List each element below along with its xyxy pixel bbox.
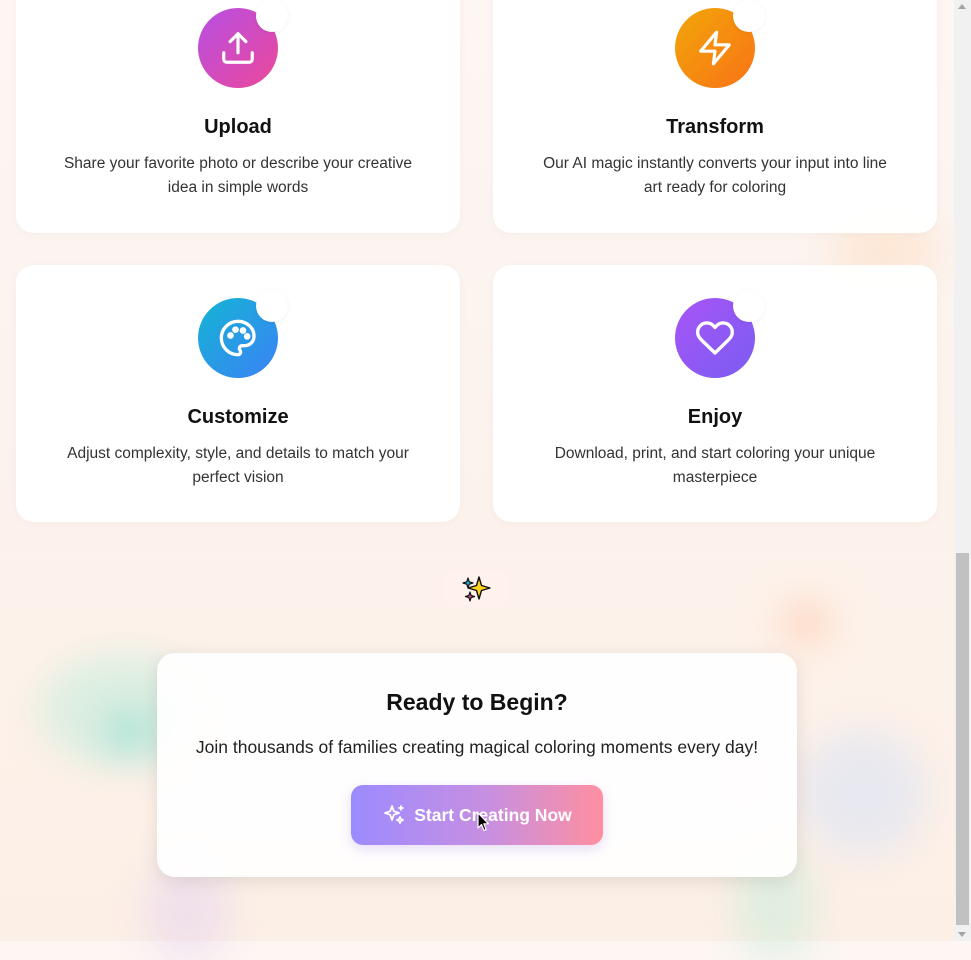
step-card-transform: Transform Our AI magic instantly convert…: [493, 0, 937, 233]
step-title: Customize: [187, 406, 289, 428]
sparkle-divider: [444, 572, 508, 606]
step-description: Adjust complexity, style, and details to…: [67, 445, 409, 486]
background-blob: [780, 600, 832, 646]
step-title: Transform: [666, 116, 764, 138]
scroll-up-arrow-icon[interactable]: [958, 4, 966, 9]
step-description: Our AI magic instantly converts your inp…: [543, 155, 887, 196]
sparkles-icon: [384, 805, 405, 824]
step-card-enjoy: Enjoy Download, print, and start colorin…: [493, 265, 937, 522]
cta-card: Ready to Begin? Join thousands of famili…: [157, 653, 797, 877]
heart-icon: [695, 321, 734, 355]
lightning-icon: [699, 30, 731, 66]
step-description: Share your favorite photo or describe yo…: [63, 155, 413, 196]
sparkles-icon: [462, 576, 491, 602]
background-blob: [800, 730, 925, 855]
background-blob: [105, 712, 153, 752]
mouse-cursor-icon: [477, 812, 490, 832]
upload-icon: [222, 32, 254, 64]
step-description: Download, print, and start coloring your…: [554, 445, 876, 486]
step-badge: [733, 0, 765, 32]
start-creating-label: Start Creating Now: [414, 804, 572, 825]
step-title: Upload: [204, 116, 272, 138]
cta-title: Ready to Begin?: [386, 689, 568, 715]
step-card-upload: Upload Share your favorite photo or desc…: [16, 0, 460, 233]
step-badge: [256, 290, 288, 322]
vertical-scrollbar[interactable]: [954, 0, 971, 941]
cta-subtitle: Join thousands of families creating magi…: [195, 737, 759, 757]
step-card-customize: Customize Adjust complexity, style, and …: [16, 265, 460, 522]
step-title: Enjoy: [687, 406, 743, 428]
step-badge: [733, 290, 765, 322]
scrollbar-thumb[interactable]: [956, 553, 969, 925]
scroll-down-arrow-icon[interactable]: [958, 932, 966, 937]
step-badge: [256, 0, 288, 32]
palette-icon: [219, 319, 256, 357]
